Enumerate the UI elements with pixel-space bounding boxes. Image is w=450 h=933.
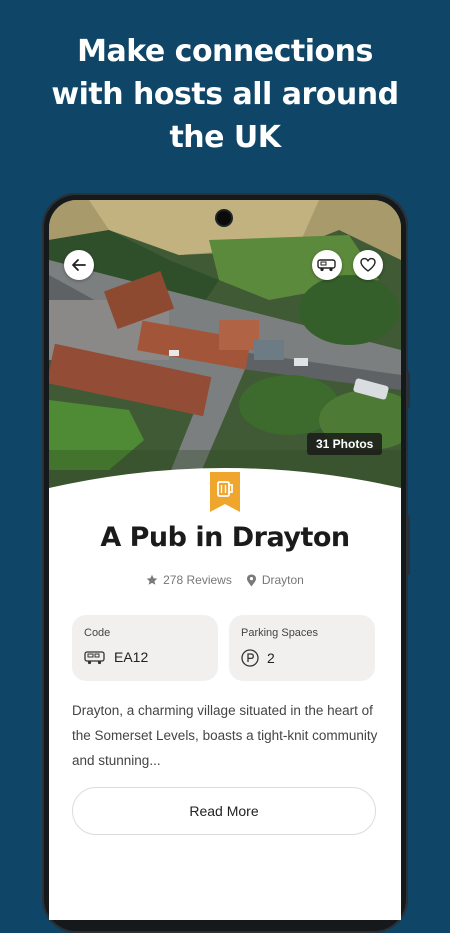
back-arrow-icon bbox=[72, 259, 86, 271]
vehicle-type-button[interactable] bbox=[312, 250, 342, 280]
headline-line-2: with hosts all around bbox=[51, 77, 399, 112]
listing-meta: 278 Reviews Drayton bbox=[49, 573, 401, 587]
favourite-button[interactable] bbox=[353, 250, 383, 280]
code-card: Code EA12 bbox=[72, 615, 218, 681]
parking-icon bbox=[241, 649, 259, 667]
code-value-row: EA12 bbox=[84, 649, 148, 665]
reviews-link[interactable]: 278 Reviews bbox=[146, 573, 232, 587]
pub-mug-icon bbox=[210, 472, 240, 512]
promo-headline: Make connections with hosts all around t… bbox=[0, 30, 450, 159]
parking-label: Parking Spaces bbox=[241, 627, 319, 639]
reviews-count: 278 Reviews bbox=[163, 573, 232, 587]
listing-description: Drayton, a charming village situated in … bbox=[72, 703, 378, 768]
star-icon bbox=[146, 574, 158, 585]
code-label: Code bbox=[84, 627, 111, 639]
listing-photo[interactable] bbox=[49, 200, 401, 500]
read-more-button[interactable]: Read More bbox=[72, 787, 376, 835]
photos-count-badge[interactable]: 31 Photos bbox=[307, 433, 383, 455]
listing-title: A Pub in Drayton bbox=[100, 522, 350, 553]
front-camera bbox=[217, 211, 231, 225]
headline-line-3: the UK bbox=[169, 120, 281, 155]
back-button[interactable] bbox=[64, 250, 94, 280]
parking-value-row: 2 bbox=[241, 649, 275, 667]
location-name: Drayton bbox=[261, 573, 304, 587]
code-value: EA12 bbox=[114, 649, 149, 665]
campervan-icon bbox=[84, 650, 105, 664]
heart-icon bbox=[360, 257, 376, 272]
location-pin-icon bbox=[246, 574, 256, 586]
parking-value: 2 bbox=[267, 650, 275, 666]
phone-side-button bbox=[406, 372, 410, 408]
parking-card: Parking Spaces 2 bbox=[229, 615, 375, 681]
phone-side-button bbox=[406, 515, 410, 575]
campervan-icon bbox=[317, 259, 336, 272]
location-link[interactable]: Drayton bbox=[246, 573, 304, 587]
headline-line-1: Make connections bbox=[77, 34, 373, 69]
app-screen: 31 Photos A Pub in Drayton 278 Reviews D… bbox=[49, 200, 401, 920]
